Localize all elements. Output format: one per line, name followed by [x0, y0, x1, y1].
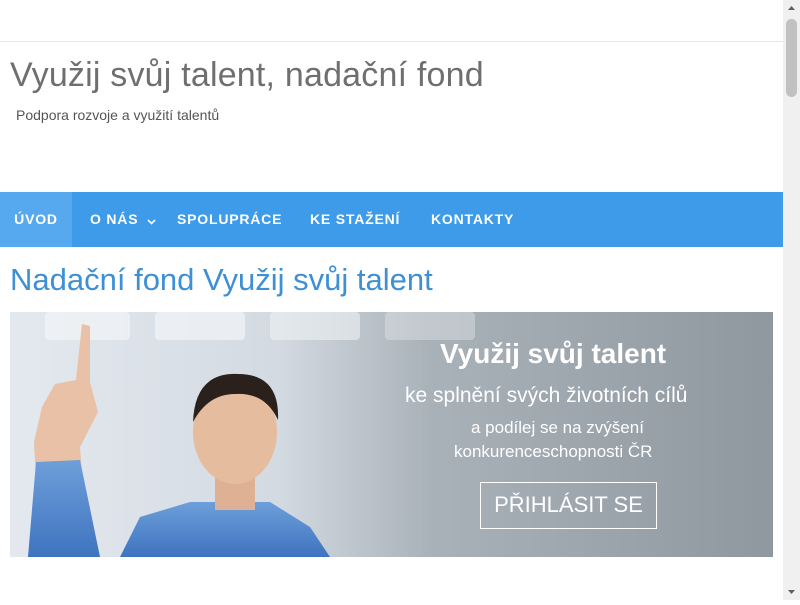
scroll-down-icon[interactable] — [783, 583, 800, 600]
nav-item-label: ÚVOD — [14, 211, 58, 227]
nav-item-uvod[interactable]: ÚVOD — [0, 192, 72, 247]
top-bar — [0, 0, 783, 42]
nav-item-o-nas[interactable]: O NÁS — [77, 192, 169, 247]
site-title[interactable]: Využij svůj talent, nadační fond — [10, 56, 484, 95]
nav-item-label: O NÁS — [90, 211, 139, 227]
banner-text-line: konkurenceschopnosti ČR — [454, 442, 653, 461]
nav-item-ke-stazeni[interactable]: KE STAŽENÍ — [297, 192, 413, 247]
vertical-scrollbar[interactable] — [783, 0, 800, 600]
nav-item-label: SPOLUPRÁCE — [177, 211, 283, 227]
browser-page: Využij svůj talent, nadační fond Podpora… — [0, 0, 783, 600]
banner-heading: Využij svůj talent — [440, 338, 667, 369]
site-tagline: Podpora rozvoje a využití talentů — [16, 107, 220, 123]
nav-item-kontakty[interactable]: KONTAKTY — [418, 192, 527, 247]
hero-banner[interactable]: Využij svůj talent ke splnění svých živo… — [10, 312, 773, 557]
nav-item-label: KONTAKTY — [431, 211, 515, 227]
chevron-down-icon — [147, 193, 156, 248]
scrollbar-thumb[interactable] — [786, 19, 797, 97]
page-title: Nadační fond Využij svůj talent — [10, 262, 433, 297]
banner-subheading: ke splnění svých životních cílů — [405, 384, 688, 407]
scroll-up-icon[interactable] — [783, 0, 800, 17]
main-navigation: ÚVOD O NÁS SPOLUPRÁCE KE STAŽENÍ KONTAKT… — [0, 192, 783, 247]
register-button[interactable]: PŘIHLÁSIT SE — [480, 482, 657, 529]
nav-item-label: KE STAŽENÍ — [310, 211, 401, 227]
banner-text-line: a podílej se na zvýšení — [471, 418, 644, 437]
nav-item-spoluprace[interactable]: SPOLUPRÁCE — [164, 192, 295, 247]
